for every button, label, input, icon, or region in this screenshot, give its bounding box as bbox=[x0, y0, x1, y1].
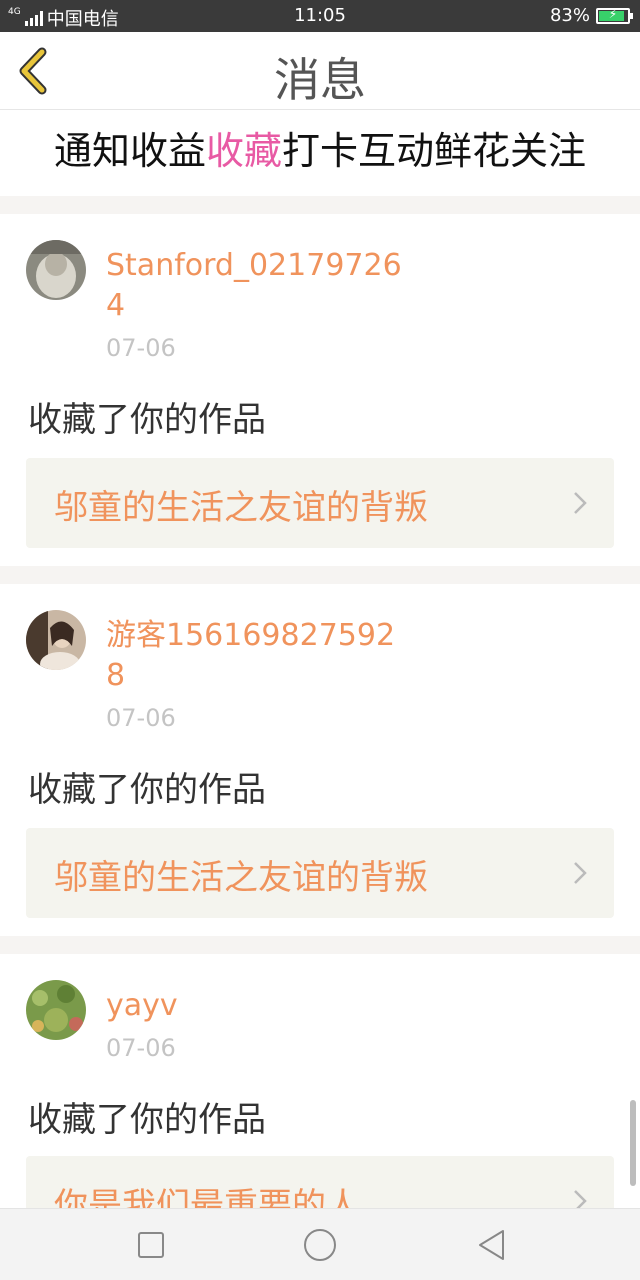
header: 消息 bbox=[0, 32, 640, 110]
username[interactable]: 游客1561698275928 bbox=[106, 616, 406, 696]
tab-bar: 通知 收益 收藏 打卡 互动 鲜花 关注 bbox=[0, 110, 640, 206]
battery-percent: 83% bbox=[549, 5, 590, 26]
list-item: yayv 07-06 收藏了你的作品 你是我们最重要的人 bbox=[0, 954, 640, 1208]
work-title: 你是我们最重要的人 bbox=[54, 1186, 360, 1208]
username[interactable]: Stanford_021797264 bbox=[106, 246, 406, 326]
scrollbar[interactable] bbox=[630, 1100, 636, 1186]
tab-favorites[interactable]: 收藏 bbox=[206, 130, 282, 206]
avatar[interactable] bbox=[26, 610, 86, 670]
tab-interactions[interactable]: 互动 bbox=[358, 130, 434, 180]
timestamp: 07-06 bbox=[106, 334, 176, 362]
avatar[interactable] bbox=[26, 240, 86, 300]
triangle-back-icon[interactable] bbox=[474, 1227, 510, 1263]
section-divider bbox=[0, 196, 640, 214]
timestamp: 07-06 bbox=[106, 1034, 176, 1062]
work-link[interactable]: 你是我们最重要的人 bbox=[26, 1156, 614, 1208]
chevron-right-icon bbox=[574, 862, 587, 884]
list-item: 游客1561698275928 07-06 收藏了你的作品 邬童的生活之友谊的背… bbox=[0, 584, 640, 936]
section-divider bbox=[0, 936, 640, 954]
tab-earnings[interactable]: 收益 bbox=[130, 130, 206, 180]
work-title: 邬童的生活之友谊的背叛 bbox=[54, 858, 428, 898]
work-link[interactable]: 邬童的生活之友谊的背叛 bbox=[26, 458, 614, 548]
tab-following[interactable]: 关注 bbox=[510, 130, 586, 180]
action-text: 收藏了你的作品 bbox=[28, 400, 266, 440]
battery-icon: ⚡ bbox=[596, 6, 633, 24]
chevron-right-icon bbox=[574, 1190, 587, 1208]
status-time: 11:05 bbox=[294, 5, 346, 26]
username[interactable]: yayv bbox=[106, 986, 406, 1026]
status-right: 83% ⚡ bbox=[549, 5, 633, 26]
status-bar: 4G 中国电信 11:05 83% ⚡ bbox=[0, 0, 640, 32]
chevron-right-icon bbox=[574, 492, 587, 514]
work-title: 邬童的生活之友谊的背叛 bbox=[54, 488, 428, 528]
system-nav-bar bbox=[0, 1208, 640, 1280]
tab-flowers[interactable]: 鲜花 bbox=[434, 130, 510, 180]
action-text: 收藏了你的作品 bbox=[28, 770, 266, 810]
avatar[interactable] bbox=[26, 980, 86, 1040]
tab-checkin[interactable]: 打卡 bbox=[282, 130, 358, 180]
timestamp: 07-06 bbox=[106, 704, 176, 732]
tab-notifications[interactable]: 通知 bbox=[54, 130, 130, 180]
list-item: Stanford_021797264 07-06 收藏了你的作品 邬童的生活之友… bbox=[0, 214, 640, 566]
work-link[interactable]: 邬童的生活之友谊的背叛 bbox=[26, 828, 614, 918]
section-divider bbox=[0, 566, 640, 584]
charging-icon: ⚡ bbox=[608, 6, 618, 21]
page-title: 消息 bbox=[274, 53, 366, 107]
circle-icon[interactable] bbox=[302, 1227, 338, 1263]
square-icon[interactable] bbox=[133, 1227, 169, 1263]
action-text: 收藏了你的作品 bbox=[28, 1100, 266, 1140]
